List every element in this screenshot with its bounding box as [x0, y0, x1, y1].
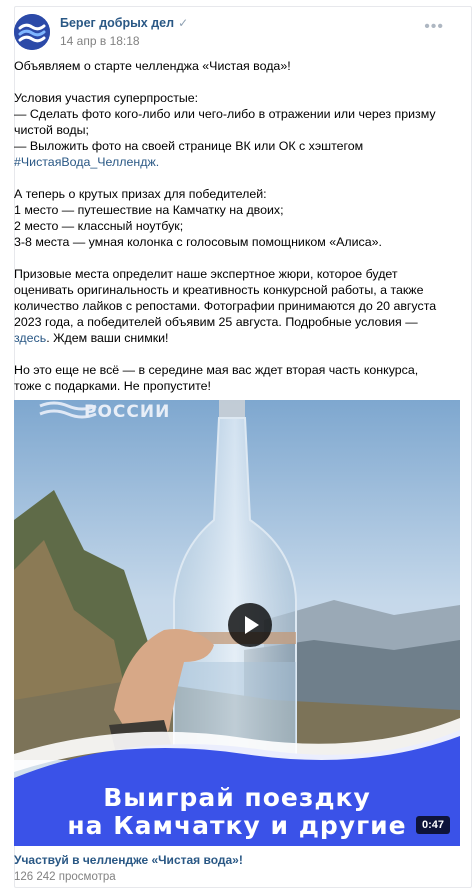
banner-line-1: Выиграй поездку [103, 783, 371, 812]
video-duration: 0:47 [415, 816, 450, 834]
play-button[interactable] [228, 603, 272, 647]
text-jury-tail: . Ждем ваши снимки! [46, 331, 169, 345]
author-name[interactable]: Берег добрых дел ✓ [60, 16, 188, 30]
text-prize-2: 2 место — классный ноутбук; [14, 219, 184, 233]
video-views: 126 242 просмотра [14, 871, 116, 883]
banner-line-2: на Камчатку и другие [67, 811, 407, 840]
text-conditions-title: Условия участия суперпростые: [14, 91, 199, 105]
more-horizontal-icon[interactable]: ••• [424, 18, 444, 36]
checkmark-icon: ✓ [178, 16, 189, 30]
community-avatar[interactable] [14, 14, 50, 50]
text-outro: Но это еще не всё — в середине мая вас ж… [14, 363, 419, 393]
community-logo-icon [14, 14, 50, 50]
text-condition-2: — Выложить фото на своей странице ВК или… [14, 139, 364, 153]
text-intro: Объявляем о старте челленджа «Чистая вод… [14, 59, 291, 73]
hashtag-link[interactable]: #ЧистаяВода_Челлендж. [14, 155, 159, 169]
details-link[interactable]: здесь [14, 331, 46, 345]
text-jury: Призовые места определит наше экспертное… [14, 266, 446, 346]
text-prize-3: 3-8 места — умная колонка с голосовым по… [14, 235, 382, 249]
post-date[interactable]: 14 апр в 18:18 [60, 34, 140, 48]
text-condition-1: — Сделать фото кого-либо или чего-либо в… [14, 107, 436, 137]
logo-text: РОССИИ [84, 402, 171, 422]
video-player[interactable]: РОССИИ Выиграй поездку на Камчатку и дру… [14, 400, 460, 846]
author-name-text[interactable]: Берег добрых дел [60, 16, 174, 30]
post-header: Берег добрых дел ✓ 14 апр в 18:18 ••• [14, 14, 444, 54]
video-title-link[interactable]: Участвуй в челлендже «Чистая вода»! [14, 853, 243, 867]
text-jury-main: Призовые места определит наше экспертное… [14, 267, 437, 329]
text-prizes-title: А теперь о крутых призах для победителей… [14, 187, 267, 201]
post-text: Объявляем о старте челленджа «Чистая вод… [14, 58, 446, 394]
text-prize-1: 1 место — путешествие на Камчатку на дво… [14, 203, 284, 217]
play-icon [245, 616, 259, 634]
